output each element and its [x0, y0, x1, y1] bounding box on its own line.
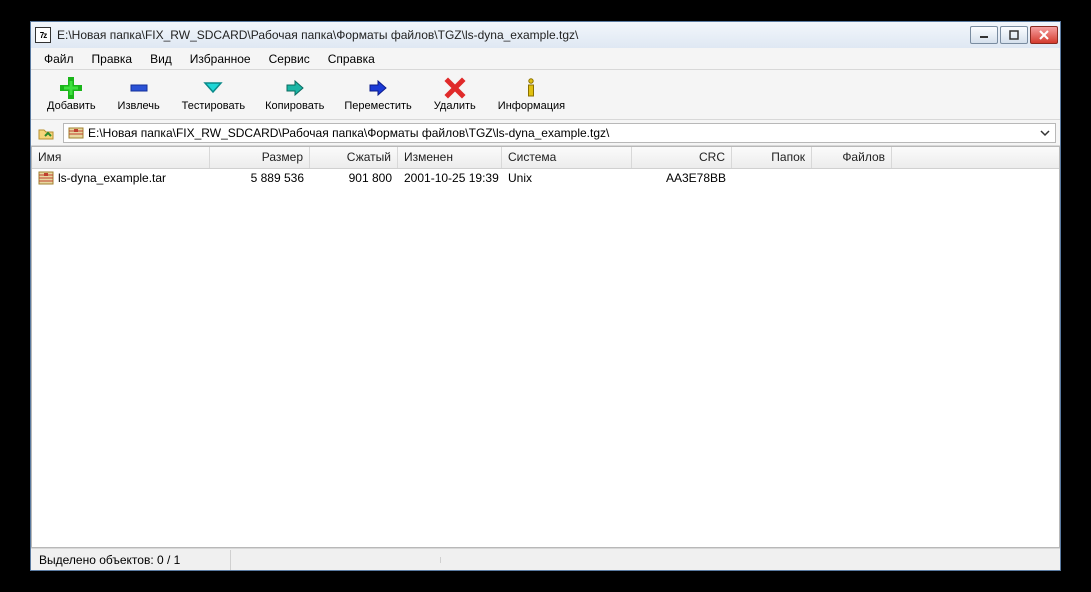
move-label: Переместить [344, 100, 411, 112]
pathbar: E:\Новая папка\FIX_RW_SDCARD\Рабочая пап… [31, 120, 1060, 146]
titlebar[interactable]: 7z E:\Новая папка\FIX_RW_SDCARD\Рабочая … [31, 22, 1060, 48]
delete-label: Удалить [434, 100, 476, 112]
col-folders[interactable]: Папок [732, 147, 812, 168]
path-combo[interactable]: E:\Новая папка\FIX_RW_SDCARD\Рабочая пап… [63, 123, 1056, 143]
test-button[interactable]: Тестировать [172, 72, 256, 118]
file-list: Имя Размер Сжатый Изменен Система CRC Па… [31, 146, 1060, 548]
col-name[interactable]: Имя [32, 147, 210, 168]
menubar: Файл Правка Вид Избранное Сервис Справка [31, 48, 1060, 70]
menu-favorites[interactable]: Избранное [181, 49, 260, 69]
window-frame: 7z E:\Новая папка\FIX_RW_SDCARD\Рабочая … [30, 21, 1061, 571]
app-icon: 7z [35, 27, 51, 43]
col-packed[interactable]: Сжатый [310, 147, 398, 168]
table-row[interactable]: ls-dyna_example.tar 5 889 536 901 800 20… [32, 169, 1059, 187]
status-spacer-2 [441, 557, 1060, 563]
close-button[interactable] [1030, 26, 1058, 44]
col-modified[interactable]: Изменен [398, 147, 502, 168]
close-icon [1039, 30, 1049, 40]
extract-label: Извлечь [118, 100, 160, 112]
cell-name: ls-dyna_example.tar [32, 170, 210, 187]
archive-icon [68, 126, 84, 140]
cell-packed: 901 800 [310, 170, 398, 186]
arrow-right-blue-icon [367, 77, 389, 99]
cell-crc: AA3E78BB [632, 170, 732, 186]
menu-edit[interactable]: Правка [83, 49, 142, 69]
menu-service[interactable]: Сервис [260, 49, 319, 69]
column-headers: Имя Размер Сжатый Изменен Система CRC Па… [32, 147, 1059, 169]
archive-file-icon [38, 171, 54, 185]
info-label: Информация [498, 100, 565, 112]
menu-view[interactable]: Вид [141, 49, 181, 69]
check-down-icon [202, 77, 224, 99]
chevron-down-icon[interactable] [1037, 125, 1053, 141]
window-controls [970, 26, 1058, 44]
status-selection: Выделено объектов: 0 / 1 [31, 550, 231, 570]
menu-file[interactable]: Файл [35, 49, 83, 69]
up-folder-button[interactable] [35, 122, 57, 144]
folder-up-icon [37, 124, 55, 142]
extract-button[interactable]: Извлечь [106, 72, 172, 118]
arrow-right-teal-icon [284, 77, 306, 99]
cell-folders [732, 177, 812, 179]
plus-icon [60, 77, 82, 99]
delete-button[interactable]: Удалить [422, 72, 488, 118]
cell-system: Unix [502, 170, 632, 186]
col-crc[interactable]: CRC [632, 147, 732, 168]
col-files[interactable]: Файлов [812, 147, 892, 168]
test-label: Тестировать [182, 100, 246, 112]
col-system[interactable]: Система [502, 147, 632, 168]
file-rows[interactable]: ls-dyna_example.tar 5 889 536 901 800 20… [32, 169, 1059, 547]
toolbar: Добавить Извлечь Тестировать Копировать … [31, 70, 1060, 120]
info-button[interactable]: Информация [488, 72, 575, 118]
menu-help[interactable]: Справка [319, 49, 384, 69]
status-spacer-1 [231, 557, 441, 563]
cell-modified: 2001-10-25 19:39 [398, 170, 502, 186]
copy-button[interactable]: Копировать [255, 72, 334, 118]
add-label: Добавить [47, 100, 96, 112]
maximize-button[interactable] [1000, 26, 1028, 44]
copy-label: Копировать [265, 100, 324, 112]
minus-icon [128, 77, 150, 99]
col-size[interactable]: Размер [210, 147, 310, 168]
cell-files [812, 177, 892, 179]
statusbar: Выделено объектов: 0 / 1 [31, 548, 1060, 570]
info-icon [520, 77, 542, 99]
x-icon [444, 77, 466, 99]
minimize-button[interactable] [970, 26, 998, 44]
maximize-icon [1009, 30, 1019, 40]
path-text: E:\Новая папка\FIX_RW_SDCARD\Рабочая пап… [88, 126, 609, 140]
cell-size: 5 889 536 [210, 170, 310, 186]
add-button[interactable]: Добавить [37, 72, 106, 118]
minimize-icon [979, 30, 989, 40]
window-title: E:\Новая папка\FIX_RW_SDCARD\Рабочая пап… [57, 28, 970, 42]
move-button[interactable]: Переместить [334, 72, 421, 118]
